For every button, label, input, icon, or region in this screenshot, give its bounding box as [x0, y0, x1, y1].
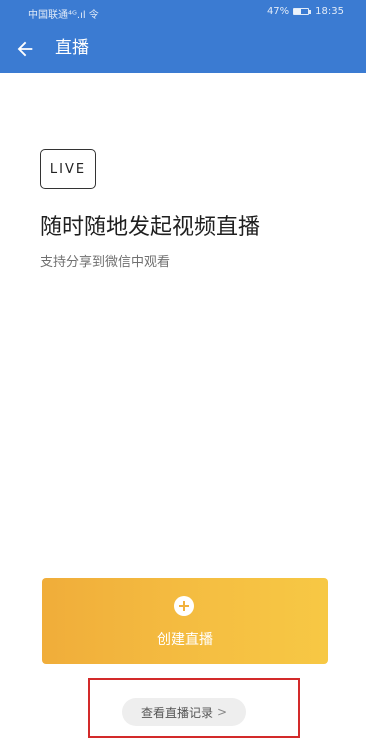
- view-live-records-label: 查看直播记录: [140, 705, 213, 720]
- headline: 随时随地发起视频直播: [40, 215, 261, 240]
- carrier-text: 中国联通⁴ᴳ.ıl 令: [28, 10, 99, 21]
- battery-percent: 47%: [266, 6, 290, 17]
- status-bar: 中国联通⁴ᴳ.ıl 令 47% 18:35: [0, 0, 366, 24]
- status-right: 47% 18:35: [267, 6, 344, 17]
- create-live-label: 创建直播: [157, 632, 213, 648]
- subheadline: 支持分享到微信中观看: [40, 255, 171, 270]
- live-badge: LIVE: [40, 149, 96, 189]
- clock: 18:35: [315, 6, 344, 17]
- header: 中国联通⁴ᴳ.ıl 令 47% 18:35 直播: [0, 0, 366, 73]
- battery-cap-icon: [309, 9, 312, 14]
- chevron-right-icon: >: [216, 705, 228, 719]
- view-live-records-button[interactable]: 查看直播记录 >: [122, 698, 246, 726]
- app-bar: 直播: [0, 24, 366, 73]
- plus-icon: [174, 596, 194, 616]
- create-live-button[interactable]: 创建直播: [42, 578, 328, 664]
- battery-icon: [293, 8, 310, 15]
- screen: 中国联通⁴ᴳ.ıl 令 47% 18:35 直播 LIVE 随时随地发起视频直播…: [0, 0, 366, 741]
- page-title: 直播: [55, 38, 89, 58]
- back-arrow-icon[interactable]: [14, 38, 36, 60]
